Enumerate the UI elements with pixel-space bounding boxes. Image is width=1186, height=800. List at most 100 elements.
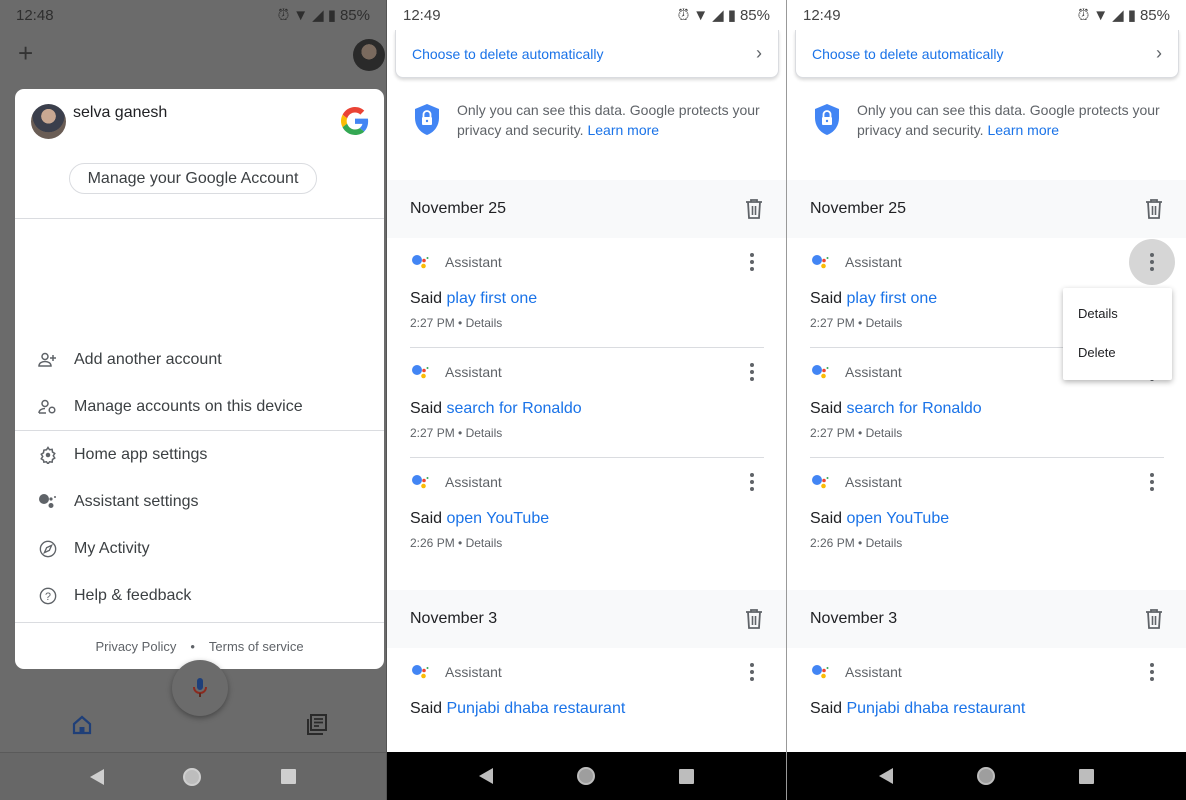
profile-avatar[interactable] bbox=[353, 39, 385, 71]
back-icon[interactable] bbox=[89, 768, 104, 785]
more-options-button[interactable] bbox=[740, 660, 764, 684]
query-link[interactable]: open YouTube bbox=[846, 510, 949, 527]
home-nav-icon[interactable] bbox=[977, 767, 995, 785]
add-icon[interactable]: + bbox=[18, 40, 33, 66]
wifi-icon: ▼ bbox=[293, 6, 309, 24]
source-label: Assistant bbox=[445, 364, 502, 380]
battery-level: 85% bbox=[1139, 6, 1170, 24]
recents-icon[interactable] bbox=[281, 769, 297, 784]
battery-level: 85% bbox=[739, 6, 770, 24]
said-prefix: Said bbox=[810, 510, 843, 527]
activity-entry[interactable]: Assistant Said Punjabi dhaba restaurant bbox=[787, 648, 1186, 758]
menu-item-label: My Activity bbox=[74, 539, 150, 557]
learn-more-link[interactable]: Learn more bbox=[987, 122, 1059, 138]
auto-delete-card[interactable]: Choose to delete automatically › bbox=[795, 30, 1179, 78]
chevron-right-icon: › bbox=[1156, 43, 1162, 63]
source-label: Assistant bbox=[845, 364, 902, 380]
activity-entry[interactable]: Assistant Said open YouTube 2:26 PM • De… bbox=[387, 458, 786, 568]
alarm-icon: ⏰︎ bbox=[1077, 6, 1090, 24]
back-icon[interactable] bbox=[479, 768, 493, 784]
entry-time: 2:27 PM bbox=[410, 316, 455, 330]
recents-icon[interactable] bbox=[1079, 768, 1094, 784]
trash-icon[interactable] bbox=[1144, 198, 1164, 220]
trash-icon[interactable] bbox=[1144, 608, 1164, 630]
home-nav-icon[interactable] bbox=[183, 767, 202, 786]
entry-time: 2:27 PM bbox=[410, 426, 455, 440]
privacy-policy-link[interactable]: Privacy Policy bbox=[95, 639, 176, 654]
day-label: November 25 bbox=[410, 200, 507, 217]
compass-icon bbox=[37, 538, 59, 560]
day-header: November 3 bbox=[787, 590, 1186, 648]
details-link[interactable]: Details bbox=[866, 536, 903, 550]
terms-of-service-link[interactable]: Terms of service bbox=[209, 639, 304, 654]
day-label: November 25 bbox=[810, 200, 907, 217]
assistant-color-icon bbox=[812, 665, 829, 679]
query-link[interactable]: Punjabi dhaba restaurant bbox=[846, 700, 1025, 717]
battery-level: 85% bbox=[339, 6, 370, 24]
learn-more-link[interactable]: Learn more bbox=[587, 122, 659, 138]
feed-tab[interactable] bbox=[306, 714, 328, 741]
more-options-button[interactable] bbox=[740, 360, 764, 384]
activity-entry[interactable]: Assistant Said Punjabi dhaba restaurant bbox=[387, 648, 786, 758]
menu-item-help-feedback[interactable]: ? Help & feedback bbox=[15, 572, 384, 619]
query-link[interactable]: play first one bbox=[446, 290, 537, 307]
more-options-button[interactable] bbox=[1140, 660, 1164, 684]
menu-item-my-activity[interactable]: My Activity bbox=[15, 525, 384, 572]
details-link[interactable]: Details bbox=[866, 426, 903, 440]
entry-time: 2:27 PM bbox=[810, 316, 855, 330]
trash-icon[interactable] bbox=[744, 198, 764, 220]
system-nav-bar bbox=[787, 752, 1186, 800]
menu-item-assistant-settings[interactable]: Assistant settings bbox=[15, 478, 384, 525]
more-options-button[interactable] bbox=[1140, 470, 1164, 494]
more-options-button[interactable] bbox=[740, 470, 764, 494]
back-icon[interactable] bbox=[879, 768, 893, 784]
details-link[interactable]: Details bbox=[466, 536, 503, 550]
menu-item-label: Home app settings bbox=[74, 445, 208, 463]
auto-delete-label: Choose to delete automatically bbox=[812, 45, 1004, 62]
menu-item-label: Add another account bbox=[74, 350, 222, 368]
source-label: Assistant bbox=[445, 254, 502, 270]
status-bar: 12:49 ⏰︎ ▼ ◢ ▮ 85% bbox=[387, 0, 786, 30]
details-link[interactable]: Details bbox=[466, 316, 503, 330]
said-prefix: Said bbox=[810, 700, 843, 717]
system-nav-bar bbox=[0, 752, 386, 800]
source-label: Assistant bbox=[845, 664, 902, 680]
menu-item-label: Manage accounts on this device bbox=[74, 397, 303, 415]
more-options-button[interactable] bbox=[740, 250, 764, 274]
privacy-notice: Only you can see this data. Google prote… bbox=[413, 100, 767, 140]
activity-entry[interactable]: Assistant Said search for Ronaldo 2:27 P… bbox=[387, 348, 786, 458]
menu-item-home-app-settings[interactable]: Home app settings bbox=[15, 431, 384, 478]
mic-button[interactable] bbox=[172, 660, 228, 716]
help-icon: ? bbox=[37, 585, 59, 607]
activity-entry[interactable]: Assistant Said open YouTube 2:26 PM • De… bbox=[787, 458, 1186, 568]
query-link[interactable]: open YouTube bbox=[446, 510, 549, 527]
home-tab[interactable] bbox=[72, 715, 92, 740]
manage-google-account-button[interactable]: Manage your Google Account bbox=[69, 163, 317, 194]
details-link[interactable]: Details bbox=[466, 426, 503, 440]
said-prefix: Said bbox=[410, 510, 443, 527]
activity-entry[interactable]: Assistant Said play first one 2:27 PM • … bbox=[387, 238, 786, 348]
context-menu-delete[interactable]: Delete bbox=[1063, 333, 1172, 372]
query-link[interactable]: play first one bbox=[846, 290, 937, 307]
google-logo-icon bbox=[341, 107, 369, 135]
query-link[interactable]: Punjabi dhaba restaurant bbox=[446, 700, 625, 717]
query-link[interactable]: search for Ronaldo bbox=[846, 400, 981, 417]
add-person-icon bbox=[37, 349, 59, 371]
said-prefix: Said bbox=[410, 400, 443, 417]
home-nav-icon[interactable] bbox=[577, 767, 595, 785]
query-link[interactable]: search for Ronaldo bbox=[446, 400, 581, 417]
auto-delete-card[interactable]: Choose to delete automatically › bbox=[395, 30, 779, 78]
trash-icon[interactable] bbox=[744, 608, 764, 630]
context-menu-details[interactable]: Details bbox=[1063, 294, 1172, 333]
assistant-color-icon bbox=[412, 255, 429, 269]
day-header: November 25 bbox=[787, 180, 1186, 238]
alarm-icon: ⏰︎ bbox=[277, 6, 290, 24]
recents-icon[interactable] bbox=[679, 768, 694, 784]
assistant-color-icon bbox=[412, 665, 429, 679]
source-label: Assistant bbox=[445, 474, 502, 490]
menu-item-add-account[interactable]: Add another account bbox=[15, 336, 384, 383]
details-link[interactable]: Details bbox=[866, 316, 903, 330]
menu-item-manage-accounts[interactable]: Manage accounts on this device bbox=[15, 383, 384, 430]
status-bar: 12:48 ⏰︎ ▼ ◢ ▮ 85% bbox=[0, 0, 386, 30]
more-options-button-pressed[interactable] bbox=[1129, 239, 1175, 285]
